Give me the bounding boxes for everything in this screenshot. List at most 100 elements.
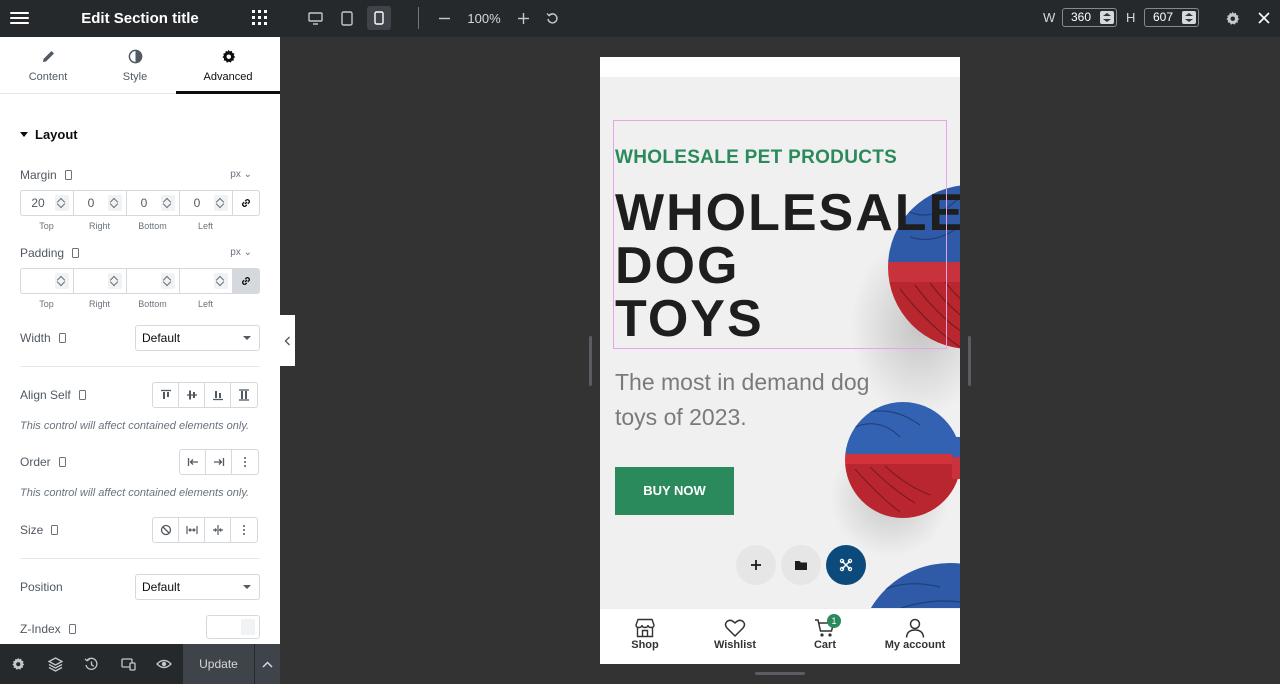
tab-style[interactable]: Style [91, 37, 179, 94]
pencil-icon [42, 51, 54, 62]
height-stepper[interactable] [1182, 11, 1196, 24]
responsive-mobile-icon[interactable] [68, 624, 76, 634]
zindex-input[interactable] [206, 615, 260, 639]
add-section-button[interactable] [736, 545, 776, 585]
close-editor-button[interactable] [1252, 6, 1276, 30]
align-start-button[interactable] [153, 383, 179, 407]
padding-unit-select[interactable]: px ⌄ [230, 247, 252, 258]
align-end-button[interactable] [205, 383, 231, 407]
divider [20, 366, 260, 367]
responsive-mobile-icon[interactable] [51, 525, 59, 535]
resize-handle-bottom[interactable] [755, 672, 805, 675]
update-options-button[interactable] [255, 644, 280, 684]
width-stepper[interactable] [1100, 11, 1114, 24]
padding-right-input[interactable] [73, 268, 126, 294]
tab-content[interactable]: Content [4, 37, 92, 94]
mobile-view-button[interactable] [367, 6, 391, 30]
margin-right-stepper[interactable] [108, 195, 122, 211]
order-buttons [179, 449, 259, 475]
reset-zoom-button[interactable] [540, 6, 564, 30]
width-input[interactable]: 360 [1062, 8, 1117, 27]
menu-icon[interactable] [10, 9, 29, 27]
align-self-note: This control will affect contained eleme… [20, 420, 250, 432]
update-button[interactable]: Update [183, 644, 254, 684]
responsive-mode-button[interactable] [120, 656, 136, 672]
size-label-text: Size [20, 523, 44, 537]
margin-left-stepper[interactable] [214, 195, 228, 211]
padding-left-stepper[interactable] [214, 273, 228, 289]
responsive-mobile-icon[interactable] [58, 333, 66, 343]
order-more-button[interactable] [232, 450, 258, 474]
widgets-grid-icon[interactable] [252, 10, 267, 25]
position-select[interactable]: Default [135, 574, 260, 600]
nav-item-account[interactable]: My account [870, 609, 960, 664]
responsive-mobile-icon[interactable] [58, 457, 66, 467]
margin-top-stepper[interactable] [55, 195, 69, 211]
side-label-top: Top [39, 221, 54, 231]
editor-bottom-bar: Update [0, 644, 280, 684]
gear-icon [12, 657, 25, 670]
responsive-mobile-icon[interactable] [72, 248, 80, 258]
padding-right-stepper[interactable] [108, 273, 122, 289]
margin-bottom-input[interactable]: 0 [126, 190, 179, 216]
editor-top-bar: Edit Section title 100% W 360 H 607 [0, 0, 1280, 37]
padding-bottom-stepper[interactable] [161, 273, 175, 289]
margin-top-input[interactable]: 20 [20, 190, 73, 216]
tablet-view-button[interactable] [335, 6, 359, 30]
align-center-button[interactable] [179, 383, 205, 407]
zoom-in-button[interactable] [511, 6, 535, 30]
zindex-stepper[interactable] [241, 619, 255, 635]
align-stretch-button[interactable] [231, 383, 257, 407]
order-first-button[interactable] [180, 450, 206, 474]
margin-unit-select[interactable]: px ⌄ [230, 169, 252, 180]
align-bottom-icon [212, 391, 223, 401]
position-label: Position [20, 580, 63, 594]
desktop-view-button[interactable] [303, 6, 327, 30]
margin-right-input[interactable]: 0 [73, 190, 126, 216]
tab-advanced[interactable]: Advanced [176, 37, 280, 94]
nav-item-wishlist[interactable]: Wishlist [690, 609, 780, 664]
ai-assistant-button[interactable] [826, 545, 866, 585]
history-button[interactable] [83, 656, 99, 672]
tab-advanced-label: Advanced [203, 71, 253, 83]
order-label: Order [20, 455, 66, 469]
width-select[interactable]: Default [135, 325, 260, 351]
order-label-text: Order [20, 455, 51, 469]
navigator-button[interactable] [47, 656, 63, 672]
responsive-mobile-icon[interactable] [78, 390, 86, 400]
margin-link-button[interactable] [232, 190, 260, 216]
margin-bottom-stepper[interactable] [161, 195, 175, 211]
settings-button[interactable] [1220, 6, 1244, 30]
plus-icon [751, 560, 761, 570]
padding-top-input[interactable] [20, 268, 73, 294]
more-vertical-icon [243, 525, 245, 535]
padding-link-button[interactable] [232, 268, 260, 294]
height-input[interactable]: 607 [1144, 8, 1199, 27]
side-label-left: Left [197, 221, 213, 231]
size-grow-button[interactable] [179, 518, 205, 542]
nav-item-shop[interactable]: Shop [600, 609, 690, 664]
resize-handle-right[interactable] [968, 336, 971, 386]
padding-bottom-input[interactable] [126, 268, 179, 294]
margin-left-input[interactable]: 0 [179, 190, 232, 216]
collapse-panel-button[interactable] [280, 315, 295, 366]
responsive-mobile-icon[interactable] [64, 170, 72, 180]
size-none-button[interactable] [153, 518, 179, 542]
order-last-button[interactable] [206, 450, 232, 474]
panel-title: Edit Section title [81, 10, 199, 27]
preview-button[interactable] [156, 656, 172, 672]
margin-label: Margin [20, 168, 72, 182]
hero-headline[interactable]: WHOLESALE DOG TOYS [615, 187, 960, 346]
padding-left-input[interactable] [179, 268, 232, 294]
buy-now-button[interactable]: BUY NOW [615, 467, 734, 515]
padding-top-stepper[interactable] [55, 273, 69, 289]
size-shrink-button[interactable] [205, 518, 231, 542]
resize-handle-left[interactable] [589, 336, 592, 386]
site-settings-button[interactable] [10, 656, 26, 672]
nav-item-cart[interactable]: 1 Cart [780, 609, 870, 664]
add-template-button[interactable] [781, 545, 821, 585]
tab-style-label: Style [122, 71, 148, 83]
zoom-out-button[interactable] [432, 6, 456, 30]
size-more-button[interactable] [231, 518, 257, 542]
layout-section-toggle[interactable]: Layout [20, 127, 78, 142]
